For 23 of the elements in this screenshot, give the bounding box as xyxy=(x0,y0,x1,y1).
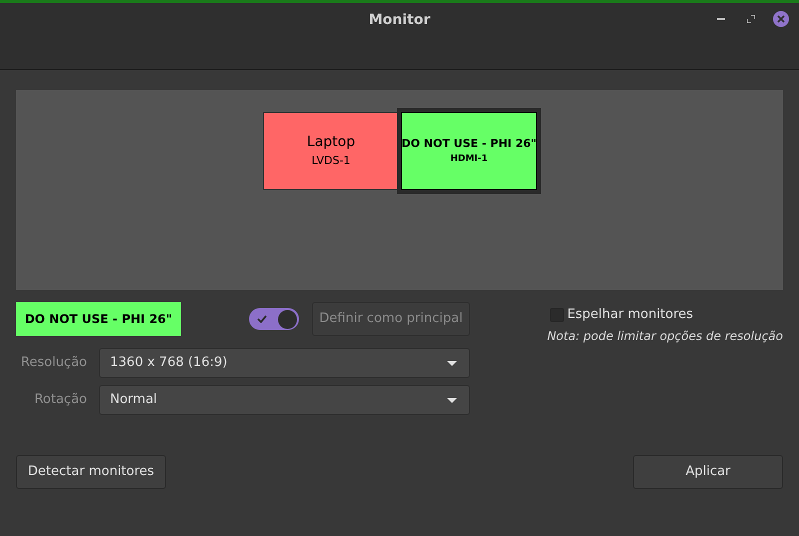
field-label: Rotação xyxy=(33,391,88,410)
dropdown[interactable]: Normal xyxy=(99,385,470,415)
close-button[interactable] xyxy=(773,11,789,27)
detect-monitors-button[interactable]: Detectar monitores xyxy=(16,455,166,489)
monitor-output: LVDS-1 xyxy=(312,153,350,170)
monitor-output: HDMI-1 xyxy=(450,152,488,166)
dropdown[interactable]: 1360 x 768 (16:9) xyxy=(99,348,470,378)
mirror-note: Nota: pode limitar opções de resolução xyxy=(547,328,783,344)
window-title: Monitor xyxy=(368,11,430,30)
maximize-icon[interactable] xyxy=(747,15,755,23)
field-label: Resolução xyxy=(20,354,88,372)
dropdown-arrow-icon xyxy=(447,398,457,402)
apply-button[interactable]: Aplicar xyxy=(633,455,783,489)
dropdown-arrow-icon xyxy=(447,360,457,366)
monitor-tile[interactable]: DO NOT USE - PHI 26" HDMI-1 xyxy=(397,108,541,194)
check-icon xyxy=(257,315,267,323)
close-icon xyxy=(777,15,785,23)
monitor-tile[interactable]: Laptop LVDS-1 xyxy=(263,112,399,190)
enable-toggle[interactable] xyxy=(249,308,299,330)
mirror-label: Espelhar monitores xyxy=(567,306,694,324)
monitor-name: DO NOT USE - PHI 26" xyxy=(401,136,537,152)
monitor-name: Laptop xyxy=(306,133,356,152)
selected-monitor-label: DO NOT USE - PHI 26" xyxy=(16,302,181,336)
